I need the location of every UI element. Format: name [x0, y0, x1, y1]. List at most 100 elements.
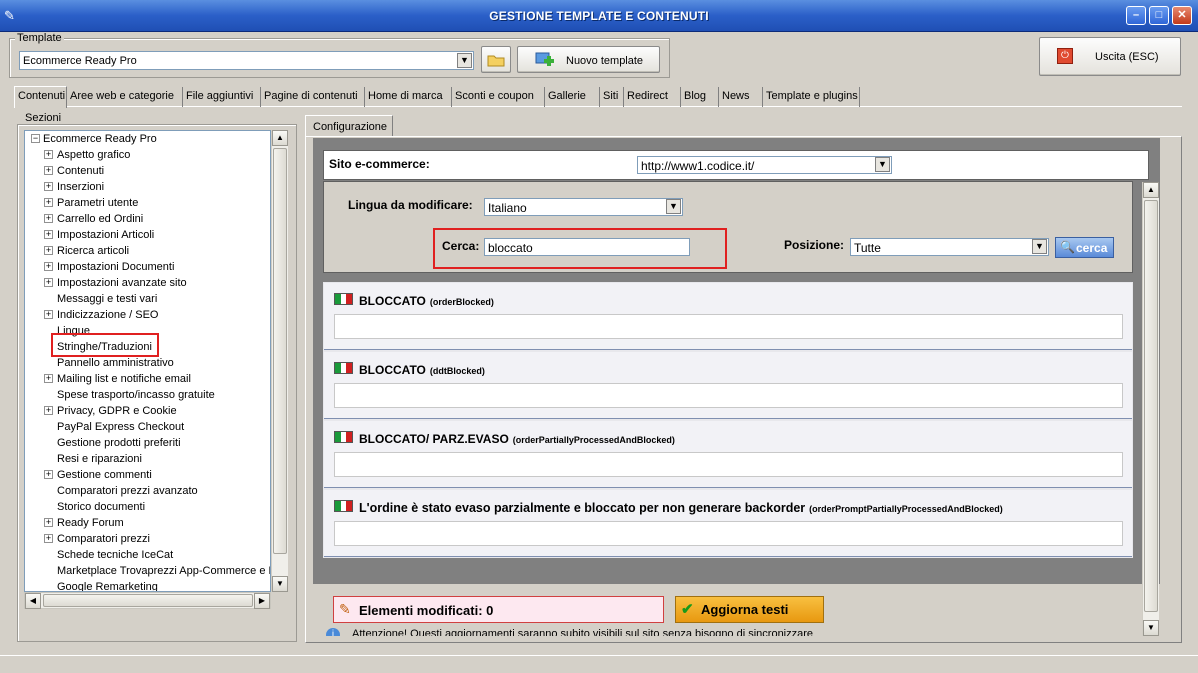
scroll-down-icon[interactable]: ▼: [1143, 620, 1159, 636]
exit-label: Uscita (ESC): [1095, 51, 1159, 63]
expand-icon[interactable]: +: [44, 198, 53, 207]
sidebar-item-label: Impostazioni avanzate sito: [57, 277, 187, 289]
sidebar-item-label: Aspetto grafico: [57, 149, 131, 161]
string-title: BLOCCATO: [359, 363, 426, 377]
string-title: BLOCCATO: [359, 294, 426, 308]
sections-tree[interactable]: − Ecommerce Ready Pro + Aspetto grafico + C…: [24, 130, 271, 592]
scroll-left-icon[interactable]: ◀: [25, 593, 41, 609]
position-select[interactable]: Tutte ▼: [850, 238, 1049, 256]
modified-label: Elementi modificati: 0: [359, 603, 494, 618]
chevron-down-icon[interactable]: ▼: [875, 157, 890, 172]
template-select[interactable]: Ecommerce Ready Pro ▼: [19, 51, 474, 70]
tree-scrollbar-v[interactable]: ▲ ▼: [271, 130, 288, 592]
tab-blog[interactable]: Blog: [681, 87, 719, 107]
sidebar-item-label: Gestione commenti: [57, 469, 152, 481]
tab-gallerie[interactable]: Gallerie: [545, 87, 600, 107]
tab-aree-web-e-categorie[interactable]: Aree web e categorie: [67, 87, 183, 107]
italian-flag-icon: [334, 293, 353, 305]
sidebar-item-label: Pannello amministrativo: [57, 357, 174, 369]
expand-icon[interactable]: +: [44, 534, 53, 543]
sections-label: Sezioni: [23, 112, 64, 124]
sidebar-item-label: Schede tecniche IceCat: [57, 549, 174, 561]
italian-flag-icon: [334, 500, 353, 512]
expand-icon[interactable]: +: [44, 374, 53, 383]
search-label: Cerca:: [442, 239, 480, 253]
tree-scrollbar-h[interactable]: ◀ ▶: [24, 592, 271, 609]
translation-input[interactable]: [334, 521, 1123, 546]
expand-icon[interactable]: +: [44, 150, 53, 159]
sidebar-item-label: Google Remarketing: [57, 581, 158, 592]
scroll-right-icon[interactable]: ▶: [254, 593, 270, 609]
sidebar-item-label: Privacy, GDPR e Cookie: [57, 405, 177, 417]
tab-redirect[interactable]: Redirect: [624, 87, 681, 107]
language-label: Lingua da modificare:: [348, 198, 473, 212]
string-key: (ddtBlocked): [429, 366, 485, 376]
tab-home-di-marca[interactable]: Home di marca: [365, 87, 452, 107]
config-scroll-thumb[interactable]: [1144, 200, 1158, 612]
expand-icon[interactable]: +: [44, 166, 53, 175]
expand-icon[interactable]: +: [44, 182, 53, 191]
expand-icon[interactable]: +: [44, 262, 53, 271]
translation-input[interactable]: [334, 314, 1123, 339]
string-entry: BLOCCATO/ PARZ.EVASO (orderPartiallyProce…: [324, 421, 1132, 488]
language-select[interactable]: Italiano ▼: [484, 198, 683, 216]
template-value: Ecommerce Ready Pro: [23, 55, 137, 67]
italian-flag-icon: [334, 362, 353, 374]
expand-icon[interactable]: +: [44, 406, 53, 415]
sidebar-item-label: PayPal Express Checkout: [57, 421, 185, 433]
sidebar-item-label: Comparatori prezzi: [57, 533, 150, 545]
expand-icon[interactable]: +: [44, 470, 53, 479]
search-button[interactable]: 🔍 cerca: [1055, 237, 1114, 258]
scroll-down-icon[interactable]: ▼: [272, 576, 288, 592]
chevron-down-icon[interactable]: ▼: [457, 53, 472, 68]
sidebar-item-label: Contenuti: [57, 165, 105, 177]
chevron-down-icon[interactable]: ▼: [1032, 239, 1047, 254]
search-input[interactable]: bloccato: [484, 238, 690, 256]
close-button[interactable]: ✕: [1172, 6, 1192, 25]
maximize-button[interactable]: □: [1149, 6, 1169, 25]
minimize-button[interactable]: –: [1126, 6, 1146, 25]
tab-contenuti[interactable]: Contenuti: [14, 86, 67, 108]
chevron-down-icon[interactable]: ▼: [666, 199, 681, 214]
new-template-label: Nuovo template: [566, 55, 644, 67]
config-scrollbar-v[interactable]: ▲ ▼: [1142, 182, 1159, 636]
tab-pagine-di-contenuti[interactable]: Pagine di contenuti: [261, 87, 365, 107]
translation-input[interactable]: [334, 383, 1123, 408]
expand-icon[interactable]: +: [44, 310, 53, 319]
collapse-icon[interactable]: −: [31, 134, 40, 143]
sidebar-item-label: Indicizzazione / SEO: [57, 309, 159, 321]
pencil-icon: ✎: [339, 601, 351, 617]
sidebar-item-label: Parametri utente: [57, 197, 139, 209]
expand-icon[interactable]: +: [44, 278, 53, 287]
expand-icon[interactable]: +: [44, 518, 53, 527]
tab-template-e-plugins[interactable]: Template e plugins: [763, 87, 860, 107]
sidebar-item-label: Ready Forum: [57, 517, 124, 529]
site-select[interactable]: http://www1.codice.it/ ▼: [637, 156, 892, 174]
expand-icon[interactable]: +: [44, 230, 53, 239]
site-label: Sito e-commerce:: [329, 157, 430, 171]
string-title: L'ordine è stato evaso parzialmente e bl…: [359, 501, 806, 515]
open-folder-button[interactable]: [481, 46, 511, 73]
update-texts-button[interactable]: ✔ Aggiorna testi: [675, 596, 824, 623]
tab-news[interactable]: News: [719, 87, 763, 107]
sidebar-item-label: Comparatori prezzi avanzato: [57, 485, 198, 497]
scroll-up-icon[interactable]: ▲: [1143, 182, 1159, 198]
exit-button[interactable]: ⏻ Uscita (ESC): [1039, 37, 1181, 76]
sidebar-item-label: Impostazioni Articoli: [57, 229, 155, 241]
tab-file-aggiuntivi[interactable]: File aggiuntivi: [183, 87, 261, 107]
expand-icon[interactable]: +: [44, 246, 53, 255]
tab-sconti-e-coupon[interactable]: Sconti e coupon: [452, 87, 545, 107]
expand-icon[interactable]: +: [44, 214, 53, 223]
tab-configurazione[interactable]: Configurazione: [305, 115, 393, 137]
string-entry: BLOCCATO (orderBlocked): [324, 283, 1132, 350]
filter-box: Lingua da modificare: Italiano ▼ Cerca: …: [323, 181, 1133, 273]
sidebar-item-label: Messaggi e testi vari: [57, 293, 158, 305]
translation-input[interactable]: [334, 452, 1123, 477]
new-template-button[interactable]: Nuovo template: [517, 46, 660, 73]
sidebar-item-label: Resi e riparazioni: [57, 453, 142, 465]
string-entry: BLOCCATO (ddtBlocked): [324, 352, 1132, 419]
tab-siti[interactable]: Siti: [600, 87, 624, 107]
tree-scroll-thumb[interactable]: [273, 148, 287, 554]
scroll-up-icon[interactable]: ▲: [272, 130, 288, 146]
tree-hscroll-thumb[interactable]: [43, 594, 253, 607]
